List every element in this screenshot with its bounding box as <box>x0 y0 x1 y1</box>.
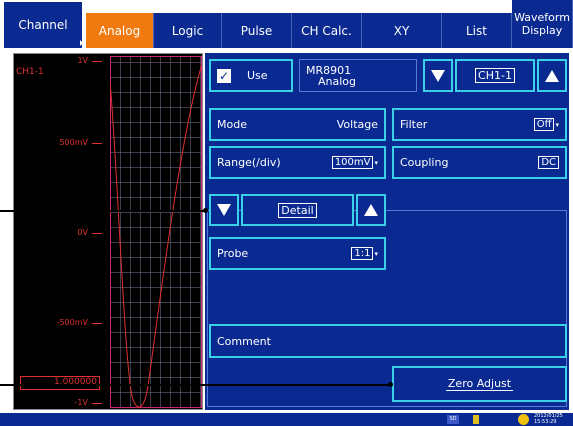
tab-pulse[interactable]: Pulse <box>222 13 292 48</box>
checkbox-check-icon: ✓ <box>217 68 231 83</box>
tab-bar: Channel Analog Logic Pulse CH Calc. XY L… <box>0 0 573 48</box>
dropdown-caret-icon: ▾ <box>555 120 559 129</box>
y-label-neg500mv: -500mV <box>56 318 88 327</box>
probe-setting[interactable]: Probe 1:1 ▾ <box>209 237 386 270</box>
y-tick <box>92 143 102 144</box>
comment-label: Comment <box>217 334 271 348</box>
y-tick <box>92 323 102 324</box>
range-setting[interactable]: Range(/div) 100mV ▾ <box>209 146 386 179</box>
tab-channel-label: Channel <box>18 18 68 32</box>
tab-ch-calc[interactable]: CH Calc. <box>292 13 362 48</box>
coupling-setting[interactable]: Coupling DC <box>392 146 567 179</box>
memory-icon <box>473 415 479 424</box>
zero-adjust-label: Zero Adjust <box>445 377 514 391</box>
tab-waveform-label-2: Display <box>521 24 563 37</box>
y-tick <box>92 403 102 404</box>
waveform-value-box: 1.000000 <box>20 376 100 390</box>
coupling-label: Coupling <box>400 156 449 169</box>
coupling-value: DC <box>538 156 559 169</box>
sd-card-icon: SD <box>447 415 459 424</box>
dropdown-caret-icon: ▾ <box>374 249 378 258</box>
tab-analog[interactable]: Analog <box>86 13 154 48</box>
channel-select-value: CH1-1 <box>475 68 515 83</box>
filter-setting[interactable]: Filter Off ▾ <box>392 108 567 141</box>
tab-logic[interactable]: Logic <box>154 13 222 48</box>
tab-corner-icon <box>80 40 83 46</box>
y-label-neg1v: -1V <box>74 398 88 407</box>
module-type: Analog <box>318 74 357 88</box>
dropdown-caret-icon: ▾ <box>374 158 378 167</box>
filter-label: Filter <box>400 118 428 131</box>
mode-value: Voltage <box>336 118 378 131</box>
module-info: MR8901 Analog <box>299 59 417 92</box>
tab-logic-label: Logic <box>171 23 204 38</box>
callout-dot-detail <box>203 208 208 213</box>
zero-adjust-button[interactable]: Zero Adjust <box>392 366 567 402</box>
tab-ch-calc-label: CH Calc. <box>301 23 352 38</box>
datetime: 2012/01/25 15:53:29 <box>534 413 563 425</box>
probe-label: Probe <box>217 247 249 260</box>
comment-field[interactable]: Comment <box>209 324 567 358</box>
status-time: 15:53:29 <box>534 419 557 425</box>
tab-waveform-label-1: Waveform <box>514 11 570 24</box>
y-label-500mv: 500mV <box>59 138 88 147</box>
detail-expand-button[interactable] <box>356 194 386 226</box>
y-tick <box>92 61 102 62</box>
tab-analog-label: Analog <box>98 23 141 38</box>
channel-next-button[interactable] <box>537 59 567 92</box>
waveform-trace <box>110 63 202 408</box>
tab-list-label: List <box>466 23 487 38</box>
y-tick <box>92 233 102 234</box>
callout-line-detail <box>0 210 205 212</box>
detail-button[interactable]: Detail <box>241 194 354 226</box>
use-checkbox[interactable]: ✓ Use <box>209 59 293 92</box>
range-value: 100mV <box>331 156 374 169</box>
callout-line-zero-adjust <box>0 384 390 386</box>
use-label: Use <box>247 69 268 82</box>
y-label-0v: 0V <box>77 228 88 237</box>
module-name: MR8901 <box>306 63 352 77</box>
channel-prev-button[interactable] <box>423 59 453 92</box>
range-label: Range(/div) <box>217 156 281 169</box>
tab-xy-label: XY <box>393 23 410 38</box>
power-icon <box>518 414 529 425</box>
tab-channel[interactable]: Channel <box>2 0 84 48</box>
filter-value: Off <box>533 118 555 131</box>
tab-pulse-label: Pulse <box>240 23 273 38</box>
status-bar: SD 2012/01/25 15:53:29 <box>0 413 573 426</box>
detail-label: Detail <box>278 202 317 218</box>
tab-xy[interactable]: XY <box>362 13 442 48</box>
callout-dot-zero-adjust <box>388 382 393 387</box>
detail-collapse-button[interactable] <box>209 194 239 226</box>
mode-label: Mode <box>217 118 247 131</box>
probe-value: 1:1 <box>351 247 374 260</box>
y-label-1v: 1V <box>77 56 88 65</box>
mode-setting[interactable]: Mode Voltage <box>209 108 386 141</box>
tab-list[interactable]: List <box>442 13 512 48</box>
tab-waveform-display[interactable]: Waveform Display <box>512 0 573 48</box>
waveform-channel-label: CH1-1 <box>16 67 44 77</box>
channel-select[interactable]: CH1-1 <box>455 59 535 92</box>
